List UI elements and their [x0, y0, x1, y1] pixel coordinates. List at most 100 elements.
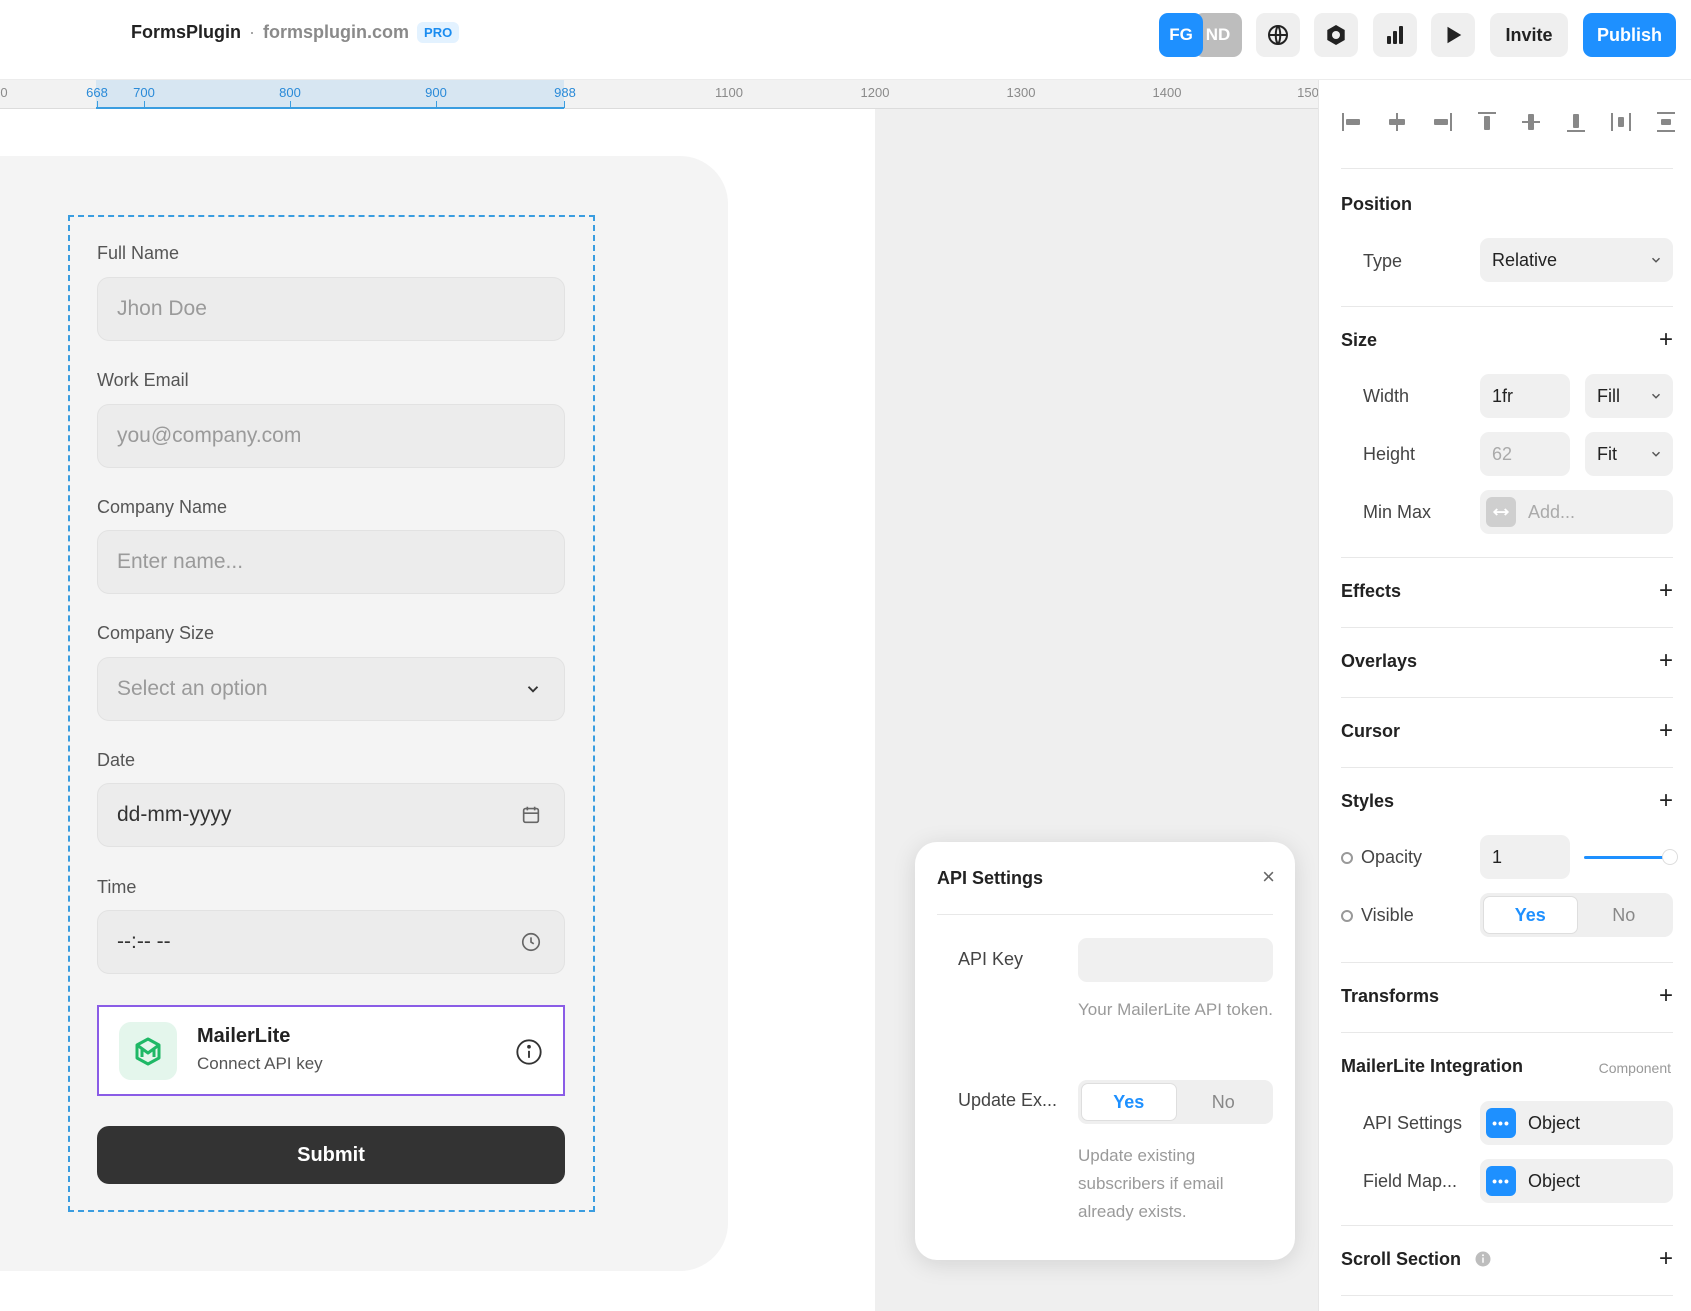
add-effect-icon[interactable]: + [1659, 579, 1673, 603]
top-bar: FormsPlugin · formsplugin.com PRO ND FG … [0, 0, 1691, 80]
api-settings-label: API Settings [1363, 1113, 1463, 1133]
update-yes-option[interactable]: Yes [1081, 1083, 1177, 1121]
ruler-tick: 700 [133, 85, 155, 100]
scroll-section-heading: Scroll Section [1341, 1249, 1492, 1270]
opacity-label: Opacity [1341, 847, 1422, 868]
close-icon[interactable]: × [1262, 864, 1275, 890]
scroll-section-text: Scroll Section [1341, 1249, 1462, 1269]
invite-button[interactable]: Invite [1490, 13, 1568, 57]
opacity-slider-knob[interactable] [1662, 849, 1678, 865]
add-style-icon[interactable]: + [1659, 789, 1673, 813]
position-type-select[interactable]: Relative [1480, 238, 1673, 282]
transforms-heading: Transforms [1341, 986, 1440, 1006]
align-right-icon[interactable] [1429, 109, 1455, 135]
width-value: 1fr [1492, 385, 1514, 406]
full-name-input[interactable]: Jhon Doe [97, 277, 565, 341]
remove-visible-icon[interactable] [1341, 910, 1353, 922]
panel-divider [1341, 1225, 1673, 1226]
visible-yes-option[interactable]: Yes [1483, 896, 1578, 934]
publish-button[interactable]: Publish [1583, 13, 1676, 57]
calendar-icon[interactable] [520, 804, 542, 826]
api-settings-popup: API Settings × API Key Your MailerLite A… [915, 842, 1295, 1260]
submit-button[interactable]: Submit [97, 1126, 565, 1184]
company-name-input[interactable]: Enter name... [97, 530, 565, 594]
integration-heading: MailerLite Integration [1341, 1056, 1524, 1076]
date-value: dd-mm-yyyy [117, 803, 232, 826]
width-input[interactable]: 1fr [1480, 374, 1570, 418]
field-map-object[interactable]: ••• Object [1480, 1159, 1673, 1203]
date-input[interactable]: dd-mm-yyyy [97, 783, 565, 847]
distribute-horizontal-icon[interactable] [1608, 109, 1634, 135]
min-max-placeholder: Add... [1528, 501, 1576, 522]
width-mode-select[interactable]: Fill [1585, 374, 1673, 418]
work-email-label: Work Email [97, 370, 189, 390]
globe-icon [1268, 25, 1288, 45]
add-scroll-section-icon[interactable]: + [1659, 1247, 1673, 1271]
ruler-tick: 1300 [1006, 85, 1036, 100]
date-label: Date [97, 750, 136, 770]
api-settings-value: Object [1528, 1112, 1581, 1133]
ruler-tick: 988 [554, 85, 576, 100]
ruler-mark [436, 101, 437, 108]
distribute-vertical-icon[interactable] [1653, 109, 1679, 135]
add-cursor-icon[interactable]: + [1659, 719, 1673, 743]
info-icon[interactable] [515, 1038, 543, 1071]
ruler-tick: 1400 [1152, 85, 1182, 100]
globe-button[interactable] [1256, 13, 1300, 57]
height-mode-select[interactable]: Fit [1585, 432, 1673, 476]
ruler-selection [96, 80, 564, 109]
height-input[interactable]: 62 [1480, 432, 1570, 476]
company-size-placeholder: Select an option [117, 677, 268, 700]
remove-opacity-icon[interactable] [1341, 852, 1353, 864]
visible-label: Visible [1341, 905, 1414, 926]
min-max-label: Min Max [1363, 502, 1432, 522]
position-heading: Position [1341, 194, 1412, 214]
min-max-icon [1486, 497, 1516, 527]
align-center-vertical-icon[interactable] [1518, 109, 1544, 135]
size-heading: Size [1341, 330, 1378, 350]
opacity-slider[interactable] [1584, 849, 1678, 865]
align-top-icon[interactable] [1474, 109, 1500, 135]
api-key-input[interactable] [1078, 938, 1273, 982]
mailerlite-logo [119, 1022, 177, 1080]
site-domain[interactable]: formsplugin.com [263, 22, 409, 43]
full-name-placeholder: Jhon Doe [117, 297, 207, 320]
preview-button[interactable] [1431, 13, 1475, 57]
visible-no-option[interactable]: No [1578, 896, 1671, 934]
align-bottom-icon[interactable] [1563, 109, 1589, 135]
clock-icon[interactable] [520, 931, 542, 953]
time-input[interactable]: --:-- -- [97, 910, 565, 974]
api-settings-object[interactable]: ••• Object [1480, 1101, 1673, 1145]
work-email-input[interactable]: you@company.com [97, 404, 565, 468]
settings-icon [1327, 25, 1345, 45]
play-icon [1447, 26, 1462, 44]
api-key-hint: Your MailerLite API token. [1078, 1000, 1273, 1019]
analytics-button[interactable] [1373, 13, 1417, 57]
popup-title: API Settings [937, 868, 1044, 888]
opacity-input[interactable]: 1 [1480, 835, 1570, 879]
chevron-down-icon [1649, 447, 1663, 461]
panel-divider [1341, 627, 1673, 628]
visible-toggle[interactable]: Yes No [1480, 893, 1673, 937]
avatar-fg[interactable]: FG [1159, 13, 1203, 57]
mailerlite-integration-block[interactable]: MailerLite Connect API key [97, 1005, 565, 1096]
visible-label-text: Visible [1361, 905, 1414, 925]
align-left-icon[interactable] [1339, 109, 1365, 135]
collaborator-avatars[interactable]: ND FG [1159, 13, 1242, 57]
type-label: Type [1363, 251, 1403, 271]
min-max-input[interactable]: Add... [1480, 490, 1673, 534]
add-overlay-icon[interactable]: + [1659, 649, 1673, 673]
update-no-option[interactable]: No [1177, 1083, 1271, 1121]
add-size-icon[interactable]: + [1659, 328, 1673, 352]
height-mode-value: Fit [1597, 443, 1617, 464]
settings-button[interactable] [1314, 13, 1358, 57]
info-icon[interactable] [1474, 1250, 1492, 1268]
add-transform-icon[interactable]: + [1659, 984, 1673, 1008]
cursor-heading: Cursor [1341, 721, 1401, 741]
panel-divider [1341, 168, 1673, 169]
update-existing-toggle[interactable]: Yes No [1078, 1080, 1273, 1124]
company-size-select[interactable]: Select an option [97, 657, 565, 721]
field-map-label: Field Map... [1363, 1171, 1458, 1191]
align-center-horizontal-icon[interactable] [1384, 109, 1410, 135]
ruler-tick: 800 [279, 85, 301, 100]
